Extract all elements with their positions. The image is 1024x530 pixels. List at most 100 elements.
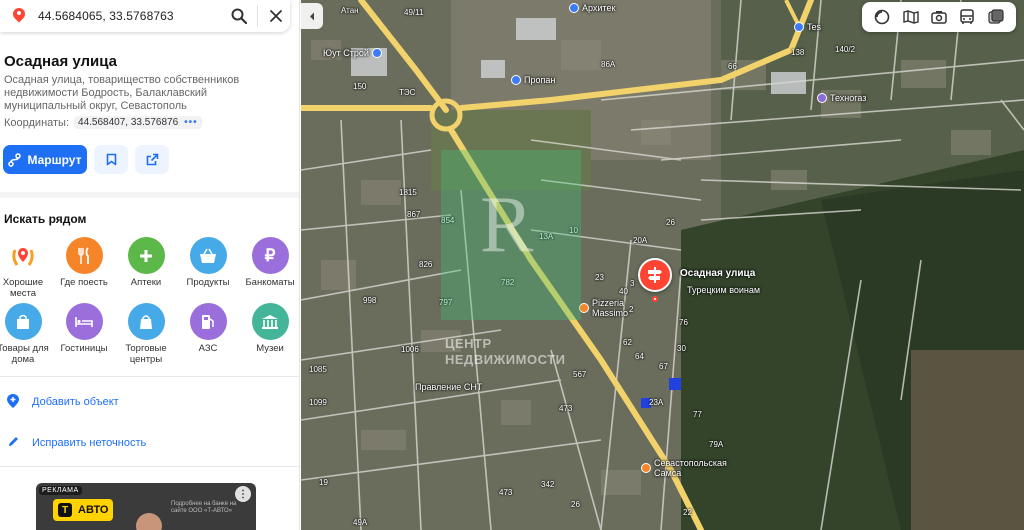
coordinates-value: 44.568407, 33.576876 [78, 117, 179, 128]
house-number: 1085 [309, 365, 327, 374]
place-address: Осадная улица, товарищество собственнико… [4, 74, 240, 112]
search-icon [231, 8, 247, 24]
ad-more-button[interactable]: ⋮ [235, 486, 251, 502]
poi-sevastopol-samsa[interactable]: Севастопольская Самса [641, 458, 734, 478]
search-box[interactable]: 44.5684065, 33.5768763 [0, 0, 290, 32]
shopping-bag-icon [127, 303, 165, 340]
poi-tekhnogaz[interactable]: Техногаз [817, 93, 866, 103]
poi-propan[interactable]: Пропан [511, 75, 555, 85]
category-label: Хорошие места [2, 277, 44, 299]
panorama-button[interactable] [900, 6, 922, 28]
bed-icon [65, 303, 103, 340]
house-number: 66 [728, 62, 737, 71]
category-good-places[interactable]: Хорошие места [0, 237, 54, 299]
house-number: 1099 [309, 398, 327, 407]
layers-button[interactable] [871, 6, 893, 28]
add-object-link[interactable]: Добавить объект [32, 396, 119, 408]
category-label: Торговые центры [125, 343, 167, 365]
selected-place-marker[interactable] [638, 258, 672, 292]
poi-label: ТЭС [399, 88, 416, 97]
house-number: 140/2 [835, 45, 856, 54]
house-number: 150 [353, 82, 367, 91]
category-label: Продукты [186, 277, 230, 288]
advertisement-banner[interactable]: РЕКЛАМА Т АВТО Подробнее на банке на сай… [36, 483, 256, 530]
search-divider [257, 5, 258, 27]
poi-label: Атан [341, 6, 359, 15]
search-button[interactable] [225, 2, 253, 30]
house-number: 62 [623, 338, 632, 347]
house-number: 2 [629, 305, 634, 314]
house-number: 86А [601, 60, 616, 69]
plus-icon [127, 237, 165, 274]
add-object-row[interactable]: Добавить объект [0, 382, 299, 422]
section-divider [0, 376, 299, 377]
fix-error-link[interactable]: Исправить неточность [32, 437, 146, 449]
ad-badge: РЕКЛАМА [39, 486, 82, 495]
category-gas-stations[interactable]: АЗС [177, 303, 239, 354]
route-button[interactable]: Маршрут [3, 145, 87, 174]
poi-yut-stroy[interactable]: Юут Строй [323, 48, 382, 58]
marker-subtitle: Турецким воинам [687, 285, 761, 295]
category-malls[interactable]: Торговые центры [115, 303, 177, 365]
house-number: 138 [791, 48, 805, 57]
clear-search-button[interactable] [262, 2, 290, 30]
category-food[interactable]: Где поесть [53, 237, 115, 288]
bookmark-icon [106, 153, 116, 166]
poi-icon [371, 48, 382, 58]
pencil-icon [5, 435, 21, 451]
house-number: 49А [353, 518, 368, 527]
bus-icon [960, 9, 975, 24]
category-label: Где поесть [60, 277, 108, 288]
museum-icon [251, 303, 289, 340]
layers-icon [874, 9, 890, 25]
route-button-label: Маршрут [27, 152, 82, 167]
fix-error-row[interactable]: Исправить неточность [0, 423, 299, 463]
category-home-goods[interactable]: Товары для дома [0, 303, 54, 365]
category-groceries[interactable]: Продукты [177, 237, 239, 288]
house-number: 1815 [399, 188, 417, 197]
category-label: Товары для дома [0, 343, 49, 365]
map-type-icon [988, 9, 1004, 24]
photos-button[interactable] [928, 6, 950, 28]
house-number: 26 [571, 500, 580, 509]
place-title: Осадная улица [4, 53, 118, 70]
ruble-icon: ₽ [251, 237, 289, 274]
house-number: 22 [683, 508, 692, 517]
category-label: Гостиницы [60, 343, 108, 354]
sidebar-panel: 44.5684065, 33.5768763 Осадная улица Оса… [0, 0, 300, 530]
share-button[interactable] [135, 145, 169, 174]
poi-icon [641, 463, 651, 473]
house-number: 49/11 [404, 8, 424, 17]
poi-icon [569, 3, 579, 13]
bag-icon [4, 303, 42, 340]
category-museums[interactable]: Музеи [239, 303, 299, 354]
more-dots-icon[interactable]: ••• [184, 117, 198, 128]
collapse-panel-button[interactable] [301, 3, 323, 29]
house-number: 826 [419, 260, 433, 269]
poi-architek[interactable]: Архитек [569, 3, 615, 13]
category-atm[interactable]: ₽ Банкоматы [239, 237, 299, 288]
chevron-left-icon [310, 12, 314, 20]
map-book-icon [902, 10, 919, 24]
house-number: 40 [619, 287, 628, 296]
transport-button[interactable] [956, 6, 978, 28]
category-pharmacy[interactable]: Аптеки [115, 237, 177, 288]
house-number: 567 [573, 370, 587, 379]
map-type-button[interactable] [985, 6, 1007, 28]
search-input[interactable]: 44.5684065, 33.5768763 [38, 9, 225, 23]
app-root: 44.5684065, 33.5768763 Осадная улица Оса… [0, 0, 1024, 530]
poi-tes[interactable]: Tes [794, 22, 821, 32]
bookmark-button[interactable] [94, 145, 128, 174]
fork-knife-icon [65, 237, 103, 274]
category-hotels[interactable]: Гостиницы [53, 303, 115, 354]
ad-brand-logo: Т АВТО [53, 499, 113, 521]
house-number: 342 [541, 480, 555, 489]
house-number: 23 [595, 273, 604, 282]
coordinates-value-chip[interactable]: 44.568407, 33.576876 ••• [74, 116, 202, 129]
section-divider [0, 466, 299, 467]
watermark-logo: R [480, 181, 534, 269]
marker-title: Осадная улица [680, 268, 756, 279]
house-number: 3 [630, 279, 635, 288]
poi-pizzeria-massimo[interactable]: Pizzeria Massimo [579, 298, 632, 318]
marker-anchor-dot [652, 296, 658, 302]
